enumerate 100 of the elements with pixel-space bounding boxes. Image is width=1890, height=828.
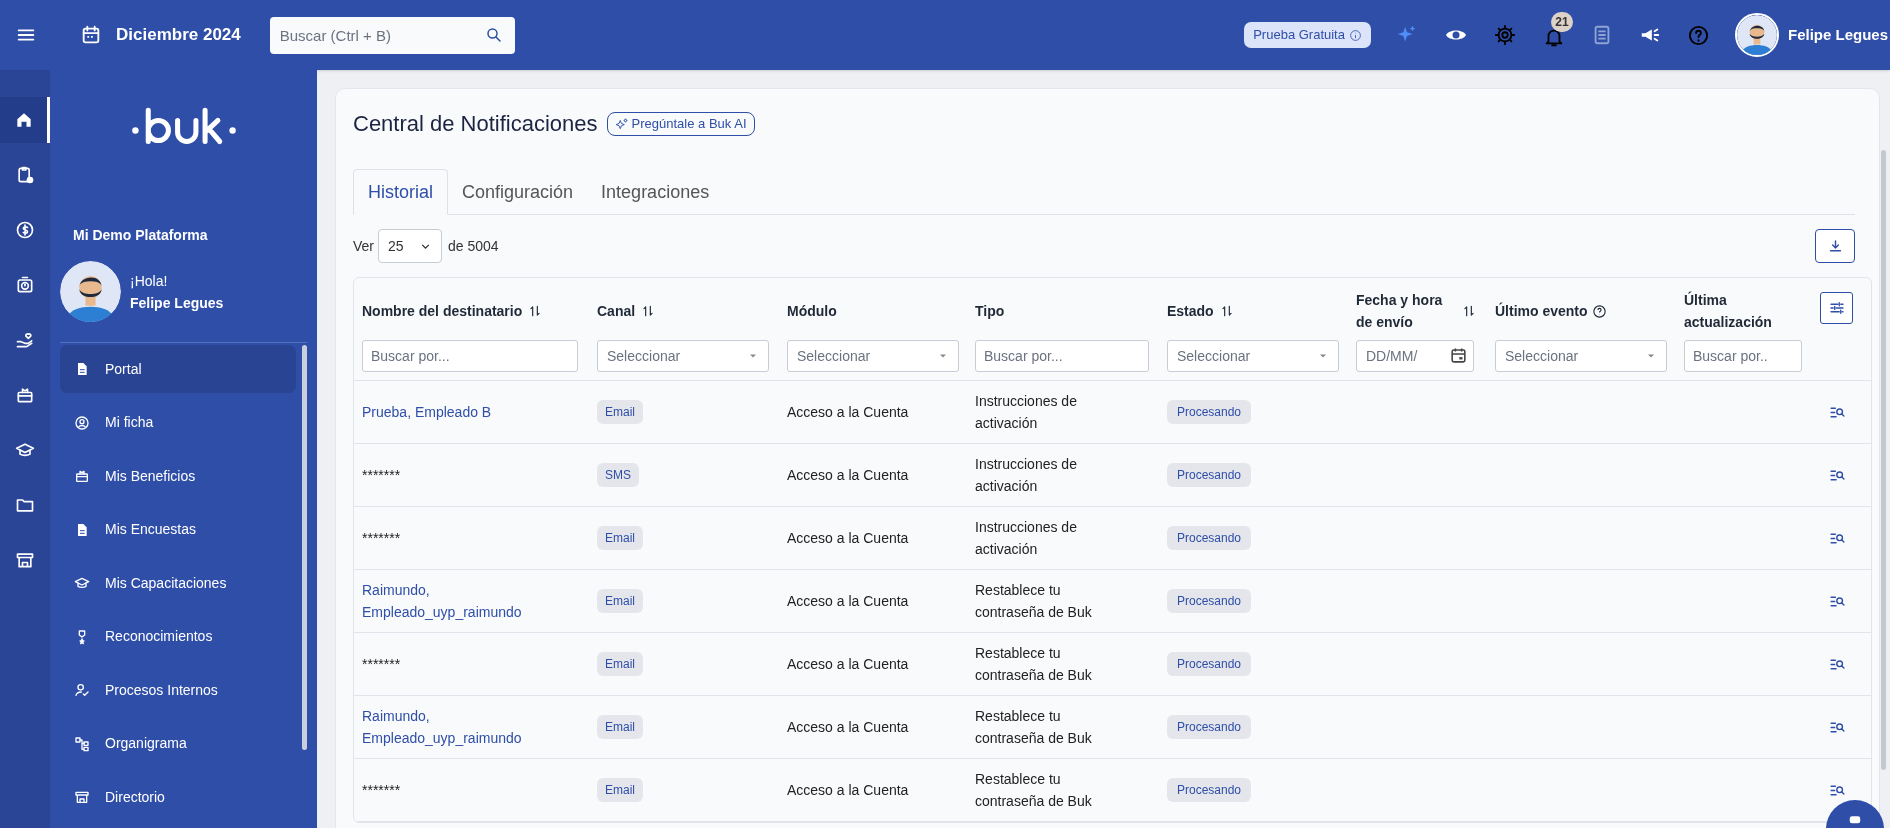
record-count: de 5004 bbox=[448, 236, 499, 256]
filter-field[interactable]: Buscar por... bbox=[362, 340, 578, 372]
settings-icon[interactable] bbox=[1493, 24, 1516, 46]
select-field[interactable]: Seleccionar bbox=[787, 340, 959, 372]
tab[interactable]: Historial bbox=[353, 169, 448, 215]
store-icon bbox=[15, 550, 35, 570]
status-tag: Procesando bbox=[1167, 400, 1252, 424]
column-header[interactable]: Último evento bbox=[1495, 300, 1588, 322]
org-chart-icon bbox=[74, 735, 90, 752]
sidebar-item[interactable]: Mis Capacitaciones bbox=[60, 559, 296, 607]
recipient-link[interactable]: Raimundo, Empleado_uyp_raimundo bbox=[362, 579, 552, 623]
gift-icon bbox=[15, 385, 35, 405]
sidebar-item[interactable]: Organigrama bbox=[60, 719, 296, 768]
avatar bbox=[1734, 13, 1779, 57]
status-tag: Procesando bbox=[1167, 715, 1252, 739]
column-header[interactable]: Última actualización bbox=[1684, 289, 1776, 333]
recipient-name: ******* bbox=[362, 656, 401, 672]
table-cell: Acceso a la Cuenta bbox=[787, 719, 909, 735]
user-circle-icon bbox=[74, 414, 90, 431]
table-cell: Acceso a la Cuenta bbox=[787, 530, 909, 546]
column-header[interactable]: Nombre del destinatario bbox=[362, 300, 523, 322]
gift-icon bbox=[74, 468, 90, 484]
table-cell: Acceso a la Cuenta bbox=[787, 467, 909, 483]
tab[interactable]: Integraciones bbox=[587, 169, 724, 215]
sidebar-item[interactable]: Portal bbox=[60, 345, 296, 393]
table-cell-text: Instrucciones de activación bbox=[975, 392, 1078, 433]
table-cell-text: Instrucciones de activación bbox=[975, 455, 1078, 496]
table-cell-text: Restablece tu contraseña de Buk bbox=[975, 707, 1093, 748]
table-cell-text: Restablece tu contraseña de Buk bbox=[975, 770, 1093, 811]
channel-tag: Email bbox=[597, 778, 643, 802]
sidebar-item[interactable]: Mi ficha bbox=[60, 398, 296, 447]
user-name[interactable]: Felipe Legues bbox=[1787, 23, 1888, 47]
column-header[interactable]: Tipo bbox=[975, 300, 1005, 322]
select-field[interactable]: Seleccionar bbox=[1167, 340, 1339, 372]
sort-icon[interactable] bbox=[528, 304, 543, 318]
column-header[interactable]: Fecha y hora de envío bbox=[1356, 289, 1456, 333]
sidebar-item[interactable]: Procesos Internos bbox=[60, 666, 296, 714]
channel-tag: Email bbox=[597, 400, 643, 424]
channel-tag: Email bbox=[597, 715, 643, 739]
help-icon[interactable] bbox=[1591, 303, 1607, 319]
table-cell: Acceso a la Cuenta bbox=[787, 404, 909, 420]
page-size-select[interactable]: 25 bbox=[378, 229, 442, 263]
sidebar-item[interactable]: Reconocimientos bbox=[60, 612, 296, 661]
date-field[interactable]: DD/MM/ bbox=[1356, 340, 1474, 372]
select-field[interactable]: Seleccionar bbox=[1495, 340, 1667, 372]
column-header[interactable]: Canal bbox=[597, 300, 636, 322]
date-label[interactable]: Diciembre 2024 bbox=[116, 22, 241, 48]
column-header[interactable]: Módulo bbox=[787, 300, 837, 322]
scrollbar[interactable] bbox=[302, 345, 307, 750]
sort-icon[interactable] bbox=[1219, 304, 1234, 318]
sidebar-item[interactable]: Mis Encuestas bbox=[60, 505, 296, 554]
rail-button[interactable] bbox=[0, 97, 50, 143]
table-cell: Acceso a la Cuenta bbox=[787, 593, 909, 609]
table-cell: Acceso a la Cuenta bbox=[787, 656, 909, 672]
recipient-link[interactable]: Raimundo, Empleado_uyp_raimundo bbox=[362, 705, 552, 749]
recipient-name: ******* bbox=[362, 530, 401, 546]
recipient-link[interactable]: Prueba, Empleado B bbox=[362, 401, 552, 423]
status-tag: Procesando bbox=[1167, 526, 1252, 550]
profile-name: Felipe Legues bbox=[130, 293, 224, 313]
download-button[interactable] bbox=[1815, 229, 1855, 263]
greeting-text: ¡Hola! bbox=[130, 271, 169, 291]
sort-icon[interactable] bbox=[641, 304, 656, 318]
channel-tag: SMS bbox=[597, 463, 639, 487]
page-title: Central de Notificaciones bbox=[353, 110, 598, 138]
ask-ai-button[interactable]: Pregúntale a Buk AI bbox=[606, 111, 755, 136]
dollar-icon bbox=[15, 220, 35, 240]
timer-icon bbox=[15, 275, 35, 295]
table-cell-text: Instrucciones de activación bbox=[975, 518, 1078, 559]
status-tag: Procesando bbox=[1167, 589, 1252, 613]
calendar-icon[interactable] bbox=[1449, 346, 1468, 365]
store-icon bbox=[74, 789, 90, 805]
channel-tag: Email bbox=[597, 526, 643, 550]
filter-field[interactable]: Buscar por... bbox=[975, 340, 1149, 372]
sliders-icon bbox=[1827, 299, 1846, 317]
sidebar-item[interactable]: Directorio bbox=[60, 773, 296, 821]
status-tag: Procesando bbox=[1167, 463, 1252, 487]
trial-badge[interactable]: Prueba Gratuita bbox=[1244, 22, 1371, 48]
status-tag: Procesando bbox=[1167, 652, 1252, 676]
sort-icon[interactable] bbox=[1462, 304, 1476, 318]
user-check-icon bbox=[74, 682, 90, 698]
page-size-label: Ver bbox=[353, 236, 374, 256]
recipient-name: ******* bbox=[362, 467, 401, 483]
sparkle-icon bbox=[614, 116, 629, 131]
select-field[interactable]: Seleccionar bbox=[597, 340, 769, 372]
channel-tag: Email bbox=[597, 652, 643, 676]
table-cell-text: Restablece tu contraseña de Buk bbox=[975, 644, 1093, 685]
search-field[interactable]: Buscar (Ctrl + B) bbox=[269, 16, 515, 54]
sidebar-item[interactable]: Mis Beneficios bbox=[60, 452, 296, 500]
column-settings-button[interactable] bbox=[1820, 292, 1853, 324]
table-cell-text: Restablece tu contraseña de Buk bbox=[975, 581, 1093, 622]
status-tag: Procesando bbox=[1167, 778, 1252, 802]
column-header[interactable]: Estado bbox=[1167, 300, 1214, 322]
filter-field[interactable]: Buscar por.. bbox=[1684, 340, 1802, 372]
hand-heart-icon bbox=[15, 330, 35, 350]
info-icon bbox=[1348, 28, 1362, 42]
search-icon[interactable] bbox=[484, 25, 503, 44]
clipboard-icon bbox=[15, 165, 35, 185]
tab[interactable]: Configuración bbox=[448, 169, 588, 215]
calendar-icon[interactable] bbox=[80, 24, 102, 46]
page-scrollbar[interactable] bbox=[1881, 150, 1886, 770]
